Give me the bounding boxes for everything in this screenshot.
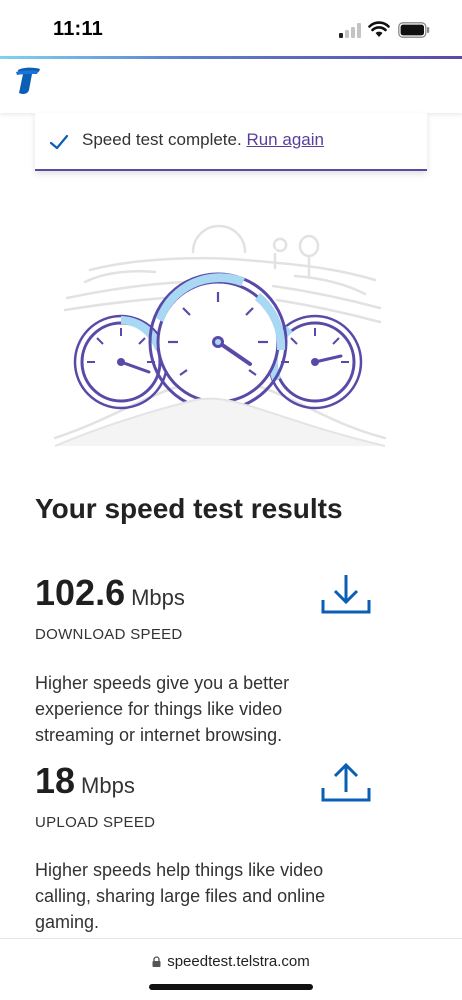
download-speed-unit: Mbps — [131, 585, 185, 610]
notice-text: Speed test complete. Run again — [82, 130, 324, 150]
results-title: Your speed test results — [35, 493, 343, 524]
cellular-signal-icon — [339, 23, 363, 38]
url-text: speedtest.telstra.com — [167, 953, 310, 970]
checkmark-icon — [49, 134, 69, 150]
upload-speed-unit: Mbps — [81, 773, 135, 798]
download-icon — [321, 575, 371, 614]
download-speed-block: 102.6 Mbps DOWNLOAD SPEED — [35, 572, 185, 643]
download-speed-description: Higher speeds give you a better experien… — [35, 673, 290, 745]
notice-message: Speed test complete. — [82, 130, 242, 149]
wifi-icon — [368, 21, 390, 37]
browser-url-bar[interactable]: speedtest.telstra.com — [0, 938, 462, 1000]
download-speed-label: DOWNLOAD SPEED — [35, 626, 183, 643]
speedometer-illustration — [53, 224, 387, 447]
upload-speed-block: 18 Mbps UPLOAD SPEED — [35, 760, 155, 831]
status-time: 11:11 — [53, 18, 103, 40]
upload-icon — [321, 762, 371, 802]
run-again-link[interactable]: Run again — [246, 130, 324, 149]
upload-speed-description: Higher speeds help things like video cal… — [35, 860, 326, 932]
site-header — [0, 56, 462, 113]
header-accent-bar — [0, 56, 462, 59]
download-speed-value: 102.6 — [35, 572, 126, 613]
upload-speed-value: 18 — [35, 760, 76, 801]
url-display[interactable]: speedtest.telstra.com — [0, 953, 462, 970]
lock-icon — [152, 956, 161, 967]
center-gauge — [148, 272, 288, 412]
upload-speed-label: UPLOAD SPEED — [35, 814, 156, 831]
battery-icon — [398, 22, 430, 38]
speed-test-complete-notice: Speed test complete. Run again — [35, 113, 427, 171]
status-bar: 11:11 — [0, 0, 462, 56]
telstra-logo-icon[interactable] — [14, 66, 42, 96]
home-indicator[interactable] — [149, 984, 313, 990]
